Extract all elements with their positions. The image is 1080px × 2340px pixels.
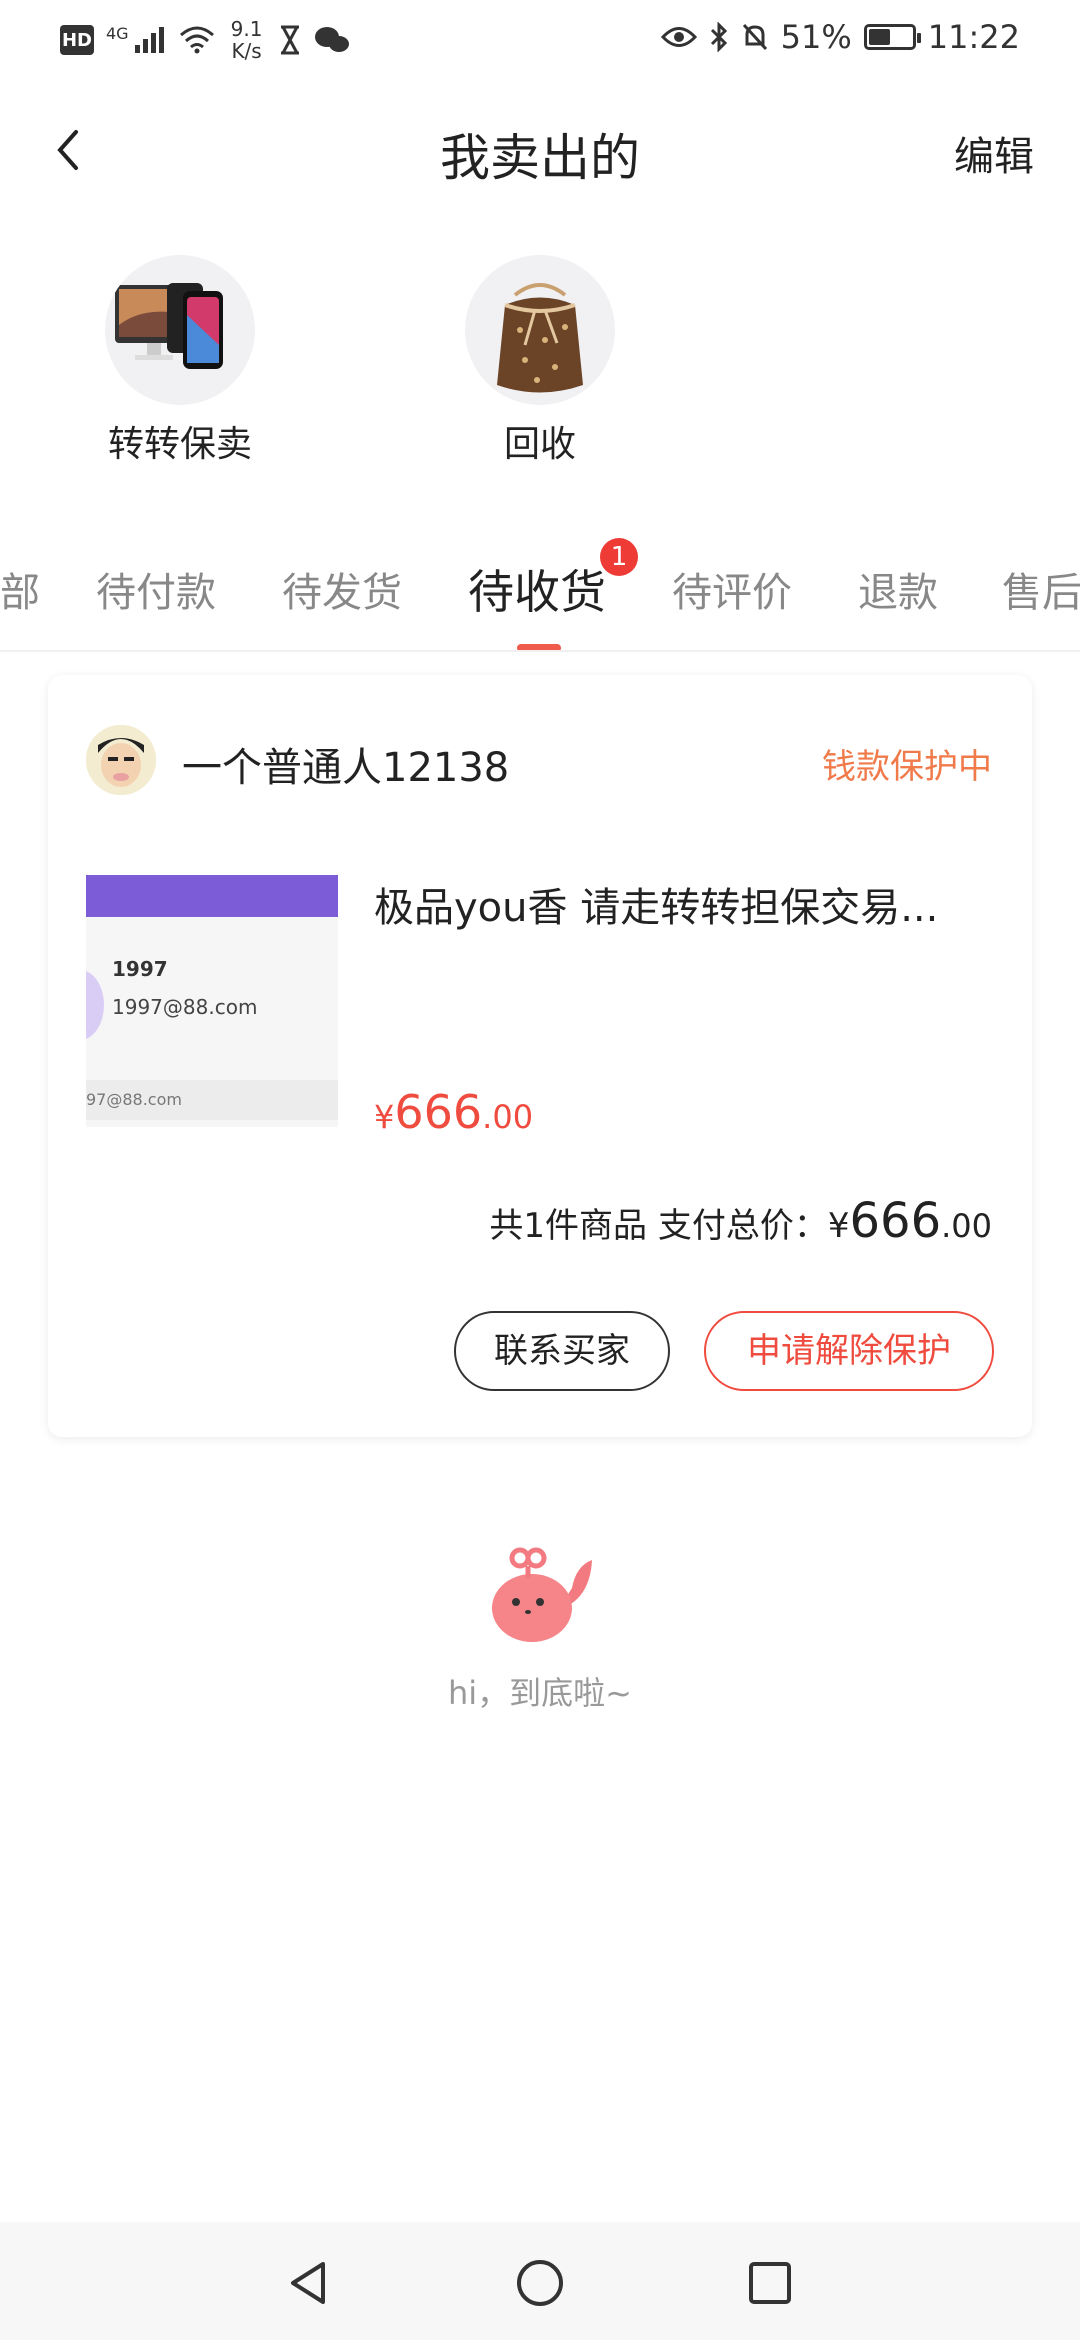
price-decimal: .00: [482, 1098, 534, 1136]
contact-buyer-button[interactable]: 联系买家: [454, 1311, 670, 1391]
nav-home-icon[interactable]: [513, 2256, 567, 2310]
product-price: ¥666.00: [374, 1085, 533, 1139]
tab-refund[interactable]: 退款: [858, 560, 938, 618]
avatar[interactable]: [86, 725, 156, 795]
tab-badge: 1: [600, 538, 638, 576]
tab-pending-review[interactable]: 待评价: [672, 560, 792, 618]
handbag-icon: [465, 255, 615, 405]
summary-integer: 666: [849, 1193, 942, 1249]
tab-after-sales[interactable]: 售后: [1002, 560, 1080, 618]
electronics-devices-icon: [105, 255, 255, 405]
signal-icon: [134, 27, 164, 53]
product-title[interactable]: 极品you香 请走转转担保交易...: [374, 875, 1002, 933]
edit-button[interactable]: 编辑: [954, 124, 1034, 182]
price-integer: 666: [394, 1085, 483, 1139]
order-card[interactable]: 一个普通人12138 钱款保护中 1997 1997@88.com 97@88.…: [48, 675, 1032, 1437]
system-nav-bar: [0, 2222, 1080, 2340]
active-tab-indicator: [517, 644, 561, 650]
thumbnail-text: 1997: [112, 957, 168, 981]
mascot-icon: [492, 1547, 592, 1642]
hourglass-icon: [280, 25, 299, 55]
summary-currency: ¥: [827, 1206, 850, 1246]
end-of-list-hint: hi，到底啦~: [448, 1674, 632, 1712]
clock: 11:22: [927, 18, 1020, 56]
thumbnail-text: 97@88.com: [86, 1080, 338, 1120]
page-title: 我卖出的: [440, 129, 640, 187]
summary-decimal: .00: [941, 1207, 992, 1245]
service-label: 转转保卖: [107, 424, 252, 465]
eye-icon: [660, 27, 697, 47]
service-shortcuts: 转转保卖 回收: [0, 255, 1080, 485]
tab-all[interactable]: 部: [0, 560, 40, 618]
speed-value: 9.1: [230, 17, 263, 41]
speed-unit: K/s: [231, 39, 262, 63]
price-currency: ¥: [374, 1098, 395, 1136]
order-summary: 共1件商品 支付总价：¥666.00: [489, 1193, 992, 1249]
battery-fill: [868, 29, 891, 45]
service-label: 回收: [503, 424, 576, 465]
network-speed: 9.1 K/s: [227, 18, 267, 62]
app-header: 我卖出的 编辑: [0, 100, 1080, 200]
hd-icon: HD: [60, 25, 94, 55]
tab-pending-payment[interactable]: 待付款: [96, 560, 216, 618]
nav-recents-icon[interactable]: [743, 2256, 797, 2310]
nav-back-icon[interactable]: [283, 2256, 337, 2310]
battery-percent: 51%: [780, 18, 852, 56]
service-baomai[interactable]: 转转保卖: [60, 255, 300, 467]
order-status: 钱款保护中: [822, 747, 992, 787]
wechat-icon: [314, 27, 349, 52]
product-thumbnail[interactable]: 1997 1997@88.com 97@88.com: [86, 875, 338, 1127]
thumbnail-header-band: [86, 875, 338, 917]
wifi-icon: [179, 26, 214, 54]
thumbnail-avatar-shape: [86, 970, 104, 1040]
status-right: 51% 11:22: [660, 18, 1020, 56]
seller-name: 一个普通人12138: [182, 745, 510, 791]
battery-icon: [863, 24, 921, 50]
status-left: HD 4G 9.1 K/s: [60, 18, 351, 62]
bluetooth-icon: [710, 22, 727, 52]
status-bar: HD 4G 9.1 K/s 51% 11:22: [0, 0, 1080, 82]
thumbnail-text: 1997@88.com: [112, 995, 258, 1019]
network-type: 4G: [106, 23, 129, 43]
tab-pending-receipt[interactable]: 待收货: [468, 556, 606, 622]
mute-bell-icon: [742, 23, 767, 51]
release-protection-button[interactable]: 申请解除保护: [704, 1311, 994, 1391]
service-recycle[interactable]: 回收: [420, 255, 660, 467]
tab-pending-shipment[interactable]: 待发货: [282, 560, 402, 618]
summary-label: 共1件商品 支付总价：: [489, 1206, 828, 1246]
order-status-tabs: 部 待付款 待发货 待收货 待评价 退款 售后: [0, 530, 1080, 652]
